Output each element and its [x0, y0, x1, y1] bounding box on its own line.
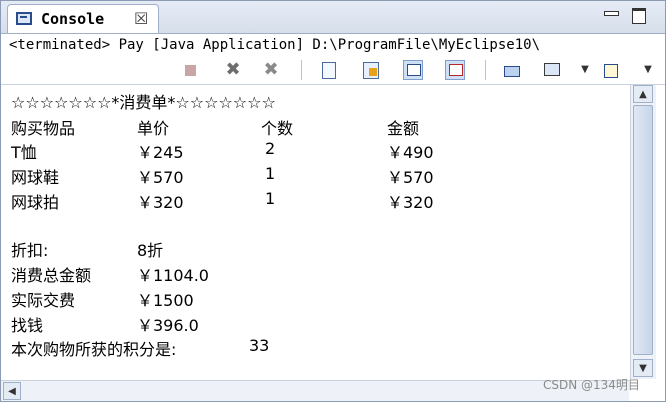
scroll-down-icon[interactable]: ▼ — [633, 359, 653, 377]
process-status: <terminated> Pay [Java Application] D:\P… — [1, 34, 665, 56]
scroll-left-icon[interactable]: ◀ — [3, 382, 21, 400]
scroll-lock-icon[interactable] — [361, 60, 381, 80]
points-label: 本次购物所获的积分是: — [11, 340, 177, 359]
item-quantity: 2 — [265, 139, 276, 158]
vertical-scrollbar[interactable]: ▲ ▼ — [630, 85, 656, 379]
item-name: T恤 — [11, 143, 37, 162]
show-stdout-icon[interactable] — [403, 60, 423, 80]
close-tab-icon[interactable]: ☒ — [134, 9, 148, 28]
column-header: 个数 — [261, 119, 294, 138]
summary-value: ￥396.0 — [137, 316, 199, 335]
item-price: ￥570 — [137, 168, 184, 187]
chevron-down-icon[interactable]: ▼ — [575, 60, 595, 80]
item-quantity: 1 — [265, 189, 276, 208]
summary-value: 8折 — [137, 241, 164, 260]
remove-all-terminated-icon[interactable]: ✖ — [261, 60, 281, 80]
console-icon — [16, 12, 32, 25]
display-console-icon[interactable] — [541, 60, 561, 80]
summary-value: ￥1500 — [137, 291, 194, 310]
open-console-icon[interactable] — [601, 60, 621, 80]
clear-console-icon[interactable] — [319, 60, 339, 80]
item-amount: ￥570 — [387, 168, 434, 187]
remove-launch-icon[interactable]: ✖ — [223, 60, 243, 80]
console-tab[interactable]: Console ☒ — [7, 4, 159, 33]
summary-label: 消费总金额 — [11, 266, 92, 285]
console-toolbar: ✖ ✖ ▼ ▼ — [1, 56, 665, 85]
console-view: Console ☒ <terminated> Pay [Java Applica… — [0, 0, 666, 402]
toolbar-separator — [301, 60, 302, 80]
view-tab-bar: Console ☒ — [1, 1, 665, 34]
column-header: 单价 — [137, 119, 170, 138]
summary-value: ￥1104.0 — [137, 266, 209, 285]
item-name: 网球鞋 — [11, 168, 60, 187]
toolbar-separator — [485, 60, 486, 80]
item-name: 网球拍 — [11, 193, 60, 212]
minimize-button[interactable] — [603, 7, 619, 23]
points-value: 33 — [249, 336, 270, 355]
watermark: CSDN @134明目 — [543, 378, 640, 392]
tab-title: Console — [41, 10, 105, 28]
horizontal-scrollbar[interactable]: ◀ — [1, 380, 629, 401]
item-quantity: 1 — [265, 164, 276, 183]
pin-console-icon[interactable] — [501, 60, 521, 80]
summary-label: 找钱 — [11, 316, 44, 335]
item-price: ￥245 — [137, 143, 184, 162]
item-price: ￥320 — [137, 193, 184, 212]
item-amount: ￥490 — [387, 143, 434, 162]
item-amount: ￥320 — [387, 193, 434, 212]
show-stderr-icon[interactable] — [445, 60, 465, 80]
scroll-up-icon[interactable]: ▲ — [633, 85, 653, 103]
maximize-button[interactable] — [631, 7, 647, 24]
receipt-header: ☆☆☆☆☆☆☆*消费单*☆☆☆☆☆☆☆ — [11, 93, 276, 112]
chevron-down-icon[interactable]: ▼ — [638, 60, 658, 80]
summary-label: 实际交费 — [11, 291, 76, 310]
scrollbar-thumb[interactable] — [633, 105, 653, 355]
terminate-icon[interactable] — [181, 60, 201, 80]
column-header: 购买物品 — [11, 119, 76, 138]
column-header: 金额 — [387, 119, 420, 138]
console-output[interactable]: ☆☆☆☆☆☆☆*消费单*☆☆☆☆☆☆☆ 购买物品 单价 个数 金额 T恤 ￥24… — [1, 85, 629, 379]
summary-label: 折扣: — [11, 241, 49, 260]
